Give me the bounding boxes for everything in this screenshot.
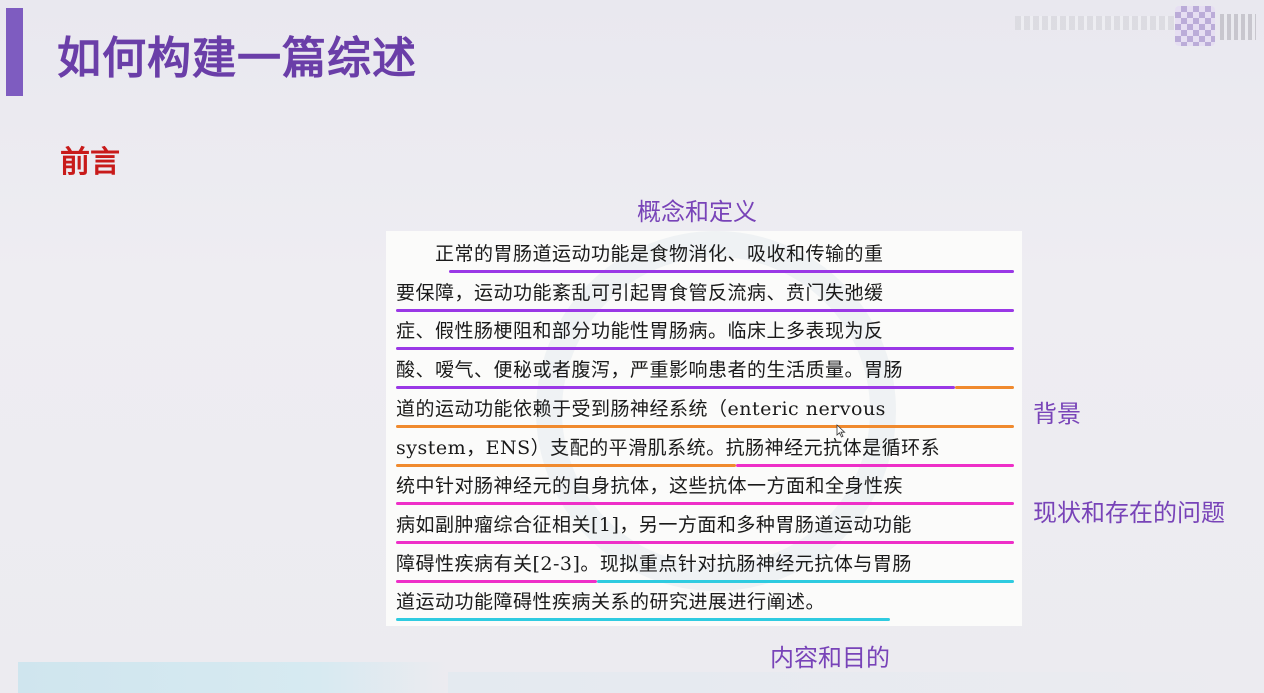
document-line-text: 障碍性疾病有关[2-3]。现拟重点针对抗肠神经元抗体与胃肠 — [396, 552, 912, 575]
label-status-problems: 现状和存在的问题 — [1033, 499, 1225, 527]
highlight-underline — [396, 579, 597, 583]
document-line-text: 酸、嗳气、便秘或者腹泻，严重影响患者的生活质量。胃肠 — [396, 359, 904, 382]
highlight-underline — [955, 386, 1014, 390]
document-line-text: 正常的胃肠道运动功能是食物消化、吸收和传输的重 — [396, 243, 884, 265]
document-line-text: system，ENS）支配的平滑肌系统。抗肠神经元抗体是循环系 — [396, 436, 941, 459]
watermark-logo-icon — [1175, 6, 1215, 46]
highlight-underline — [396, 502, 1014, 506]
highlight-underline — [396, 308, 1014, 312]
highlight-underline — [396, 540, 1014, 544]
highlight-underline — [449, 270, 1014, 273]
title-accent-bar — [6, 8, 23, 96]
document-line: 正常的胃肠道运动功能是食物消化、吸收和传输的重 — [396, 239, 1014, 278]
blurred-watermark — [1015, 6, 1260, 46]
document-line-text: 要保障，运动功能紊乱可引起胃食管反流病、贲门失弛缓 — [396, 281, 884, 304]
highlight-underline — [396, 424, 1014, 428]
document-line: 要保障，运动功能紊乱可引起胃食管反流病、贲门失弛缓 — [396, 278, 1014, 317]
highlight-underline — [735, 463, 1014, 467]
document-line: 道运动功能障碍性疾病关系的研究进展进行阐述。 — [396, 587, 1014, 626]
document-line: 症、假性肠梗阻和部分功能性胃肠病。临床上多表现为反 — [396, 316, 1014, 355]
highlight-underline — [396, 618, 891, 622]
document-line-text: 统中针对肠神经元的自身抗体，这些抗体一方面和全身性疾 — [396, 475, 904, 498]
document-line: system，ENS）支配的平滑肌系统。抗肠神经元抗体是循环系 — [396, 433, 1014, 472]
mouse-cursor-icon — [836, 424, 846, 438]
label-content-purpose: 内容和目的 — [770, 644, 890, 672]
highlight-underline — [396, 347, 1014, 351]
watermark-mark-blur — [1220, 14, 1256, 40]
label-background: 背景 — [1033, 400, 1081, 428]
document-line-text: 道的运动功能依赖于受到肠神经系统（enteric nervous — [396, 397, 886, 420]
document-line: 病如副肿瘤综合征相关[1]，另一方面和多种胃肠道运动功能 — [396, 510, 1014, 549]
document-line: 酸、嗳气、便秘或者腹泻，严重影响患者的生活质量。胃肠 — [396, 355, 1014, 394]
document-line-text: 病如副肿瘤综合征相关[1]，另一方面和多种胃肠道运动功能 — [396, 513, 912, 536]
highlight-underline — [396, 386, 956, 390]
document-line: 道的运动功能依赖于受到肠神经系统（enteric nervous — [396, 394, 1014, 433]
footer-decoration — [18, 662, 448, 693]
document-line-text: 症、假性肠梗阻和部分功能性胃肠病。临床上多表现为反 — [396, 320, 884, 343]
section-heading: 前言 — [60, 145, 120, 180]
slide-title: 如何构建一篇综述 — [57, 33, 417, 84]
document-line: 障碍性疾病有关[2-3]。现拟重点针对抗肠神经元抗体与胃肠 — [396, 549, 1014, 588]
document-line-text: 道运动功能障碍性疾病关系的研究进展进行阐述。 — [396, 591, 826, 614]
footer-decoration-fade — [448, 672, 1264, 693]
label-concept-definition: 概念和定义 — [637, 198, 757, 226]
highlight-underline — [596, 579, 1014, 583]
document-excerpt: 正常的胃肠道运动功能是食物消化、吸收和传输的重 要保障，运动功能紊乱可引起胃食管反… — [386, 231, 1022, 626]
highlight-underline — [396, 463, 736, 467]
watermark-text-blur — [1015, 16, 1175, 30]
document-line: 统中针对肠神经元的自身抗体，这些抗体一方面和全身性疾 — [396, 471, 1014, 510]
